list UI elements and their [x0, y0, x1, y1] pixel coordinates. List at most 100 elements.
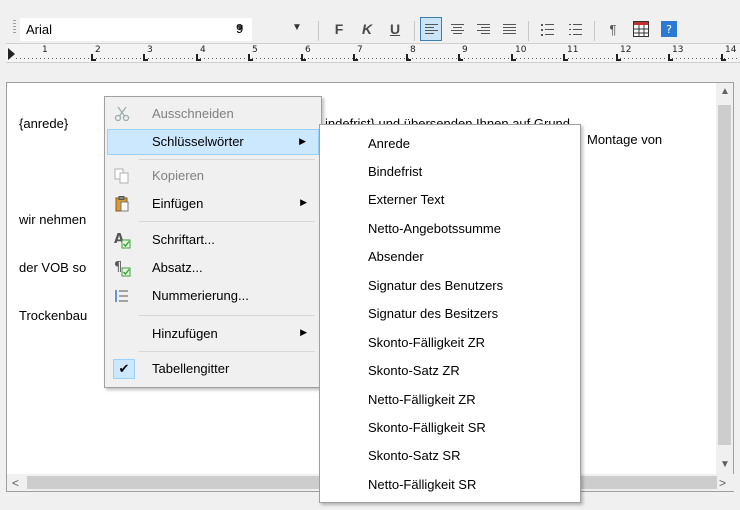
scroll-left-icon[interactable]: < [12, 476, 19, 490]
toolbar-separator [594, 21, 595, 41]
numbered-list-button[interactable] [564, 17, 586, 41]
keywords-submenu: Anrede Bindefrist Externer Text Netto-An… [319, 124, 581, 503]
submenu-item-discount-rate-zr[interactable]: Skonto-Satz ZR [368, 363, 460, 378]
justify-icon [502, 23, 516, 35]
font-name-select[interactable]: Arial ▼ [20, 18, 252, 41]
formatting-toolbar: Arial ▼ 9 ▼ F K U ¶ ? [0, 0, 740, 41]
menu-item-label: Einfügen [152, 196, 204, 211]
vertical-scroll-thumb[interactable] [718, 105, 731, 445]
align-center-button[interactable] [446, 17, 468, 41]
align-right-icon [476, 23, 490, 35]
italic-icon: K [361, 21, 373, 37]
indent-marker[interactable] [8, 48, 15, 60]
tab-stop-marker[interactable] [511, 54, 516, 61]
tab-stop-marker[interactable] [91, 54, 96, 61]
document-line: Trockenbau [19, 308, 88, 323]
menu-item-table-grid[interactable]: ✔ Tabellengitter [107, 356, 319, 382]
submenu-item-anrede[interactable]: Anrede [368, 136, 410, 151]
submenu-arrow-icon: ▶ [300, 197, 307, 207]
vertical-scrollbar[interactable]: ▲ ▼ [716, 83, 733, 475]
tab-stop-marker[interactable] [458, 54, 463, 61]
menu-item-label: Schriftart... [152, 232, 215, 247]
ruler[interactable]: 1 2 3 4 5 6 7 8 9 10 11 12 13 14 [6, 43, 740, 63]
bullet-list-icon [540, 23, 554, 36]
menu-item-font[interactable]: A Schriftart... [107, 227, 319, 253]
italic-button[interactable]: K [356, 17, 378, 41]
menu-separator [139, 351, 315, 352]
bullet-list-button[interactable] [536, 17, 558, 41]
menu-item-paste[interactable]: Einfügen ▶ [107, 191, 319, 217]
menu-item-cut[interactable]: Ausschneiden [107, 101, 319, 127]
insert-table-button[interactable] [630, 17, 652, 41]
svg-text:?: ? [666, 23, 672, 36]
document-line: der VOB so [19, 260, 87, 275]
align-center-icon [450, 23, 464, 35]
tab-stop-marker[interactable] [353, 54, 358, 61]
font-size-value: 9 [236, 21, 244, 36]
numbering-icon [115, 290, 128, 302]
font-icon: A [114, 232, 131, 249]
toolbar-grip[interactable] [13, 20, 16, 34]
submenu-item-owner-signature[interactable]: Signatur des Besitzers [368, 306, 498, 321]
submenu-item-external-text[interactable]: Externer Text [368, 192, 444, 207]
numbered-list-icon [568, 23, 582, 35]
menu-item-label: Absatz... [152, 260, 203, 275]
submenu-item-net-offer-sum[interactable]: Netto-Angebotssumme [368, 221, 501, 236]
menu-item-label: Kopieren [152, 168, 205, 183]
help-button[interactable]: ? [658, 17, 680, 41]
tab-stop-marker[interactable] [196, 54, 201, 61]
submenu-item-net-due-zr[interactable]: Netto-Fälligkeit ZR [368, 392, 476, 407]
ruler-number: 10 [515, 45, 527, 55]
submenu-item-discount-due-sr[interactable]: Skonto-Fälligkeit SR [368, 420, 486, 435]
tab-stop-marker[interactable] [248, 54, 253, 61]
tab-stop-marker[interactable] [668, 54, 673, 61]
show-formatting-button[interactable]: ¶ [602, 17, 624, 41]
align-right-button[interactable] [472, 17, 494, 41]
submenu-item-discount-due-zr[interactable]: Skonto-Fälligkeit ZR [368, 335, 485, 350]
chevron-down-icon[interactable]: ▼ [292, 22, 302, 33]
menu-item-label: Tabellengitter [152, 361, 230, 376]
scroll-up-icon[interactable]: ▲ [720, 86, 730, 97]
document-line: {anrede} [19, 116, 69, 131]
submenu-arrow-icon: ▶ [300, 327, 307, 337]
submenu-item-user-signature[interactable]: Signatur des Benutzers [368, 278, 503, 293]
menu-item-keywords[interactable]: Schlüsselwörter ▶ [107, 129, 319, 155]
ruler-number: 13 [672, 45, 684, 55]
justify-button[interactable] [498, 17, 520, 41]
submenu-item-sender[interactable]: Absender [368, 249, 424, 264]
document-body[interactable]: {anrede} ​ wir nehmen der VOB so Trocken… [19, 84, 87, 356]
tab-stop-marker[interactable] [143, 54, 148, 61]
paste-icon [115, 196, 129, 212]
bold-button[interactable]: F [328, 17, 350, 41]
tab-stop-marker[interactable] [301, 54, 306, 61]
help-icon: ? [661, 21, 677, 37]
document-line: wir nehmen [19, 212, 87, 227]
align-left-icon [424, 23, 438, 35]
toolbar-separator [414, 21, 415, 41]
scroll-right-icon[interactable]: > [719, 476, 726, 490]
checkmark-icon: ✔ [113, 359, 135, 379]
scroll-down-icon[interactable]: ▼ [720, 459, 730, 470]
ruler-number: 11 [567, 45, 579, 55]
submenu-item-bindefrist[interactable]: Bindefrist [368, 164, 422, 179]
font-name-value: Arial [26, 22, 53, 37]
underline-button[interactable]: U [384, 17, 406, 41]
menu-item-copy[interactable]: Kopieren [107, 163, 319, 189]
menu-item-numbering[interactable]: Nummerierung... [107, 283, 319, 309]
menu-item-add[interactable]: Hinzufügen ▶ [107, 321, 319, 347]
menu-separator [139, 315, 315, 316]
tab-stop-marker[interactable] [721, 54, 726, 61]
submenu-item-net-due-sr[interactable]: Netto-Fälligkeit SR [368, 477, 476, 492]
menu-item-label: Ausschneiden [152, 106, 234, 121]
align-left-button[interactable] [420, 17, 442, 41]
document-line-tail: Montage von [587, 132, 663, 147]
submenu-item-discount-rate-sr[interactable]: Skonto-Satz SR [368, 448, 461, 463]
menu-item-label: Schlüsselwörter [152, 134, 244, 149]
pilcrow-icon: ¶ [609, 21, 617, 37]
ruler-ticks [16, 58, 740, 59]
tab-stop-marker[interactable] [616, 54, 621, 61]
tab-stop-marker[interactable] [406, 54, 411, 61]
menu-item-paragraph[interactable]: ¶ Absatz... [107, 255, 319, 281]
ruler-number: 12 [620, 45, 632, 55]
tab-stop-marker[interactable] [563, 54, 568, 61]
